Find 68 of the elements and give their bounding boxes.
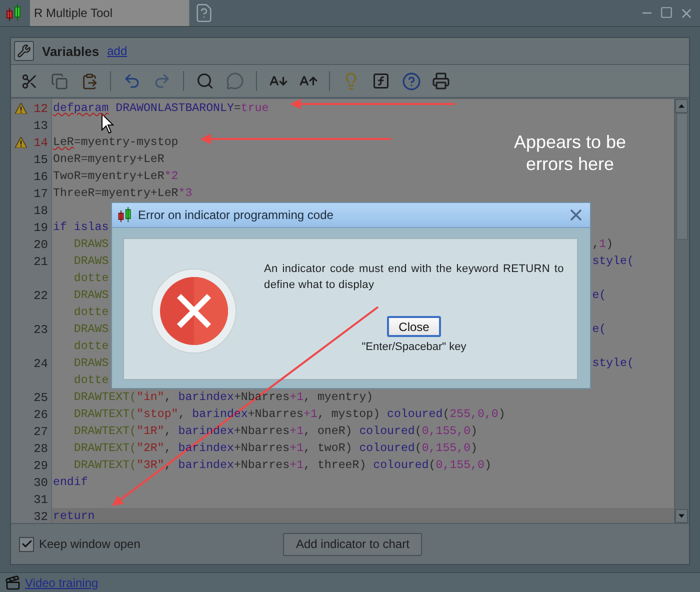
code-line: style( (592, 255, 634, 268)
line-number: 19 (34, 220, 48, 234)
film-icon (5, 574, 21, 590)
line-number: 30 (34, 476, 48, 490)
code-line: return (53, 510, 95, 523)
line-number: 27 (34, 424, 48, 438)
line-number: 20 (34, 238, 48, 252)
annotation-text: Appears to be errors here (512, 131, 628, 175)
code-line: dotte (72, 272, 109, 285)
code-line: ,1) (592, 238, 614, 251)
line-number: 12 (34, 102, 48, 116)
code-line: if islas (53, 221, 109, 234)
line-number: 31 (34, 492, 48, 506)
add-indicator-button[interactable]: Add indicator to chart (283, 532, 422, 556)
code-line: e( (592, 289, 606, 302)
close-button[interactable]: Close (387, 316, 441, 337)
line-number: 15 (34, 152, 48, 166)
code-line: DRAWS (72, 357, 109, 370)
window-tab[interactable]: R Multiple Tool (30, 0, 190, 26)
line-number: 26 (34, 408, 48, 422)
code-line: OneR=myentry+LeR (53, 153, 164, 166)
code-line: TwoR=myentry+LeR*2 (53, 170, 178, 183)
scrollbar-thumb[interactable] (676, 113, 688, 240)
code-line: e( (592, 323, 606, 336)
code-line: DRAWS (72, 323, 109, 336)
code-line: DRAWTEXT("3R", barindex+Nbarres+1, threeR) coloured(0,155,0) (72, 459, 492, 472)
line-number: 22 (34, 288, 48, 302)
line-number: 21 (34, 254, 48, 268)
dialog-title: Error on indicator programming code (138, 208, 334, 222)
line-number: 32 (34, 510, 48, 524)
line-number: 18 (34, 204, 48, 218)
line-number: 28 (34, 442, 48, 456)
error-message: An indicator code must end with the keyword RETURN to define what to display (264, 262, 564, 293)
error-icon (151, 268, 237, 354)
code-line: dotte (72, 374, 109, 387)
add-link[interactable]: add (107, 44, 128, 58)
warning-icon (15, 137, 27, 148)
line-number: 23 (34, 322, 48, 336)
line-number: 24 (34, 356, 48, 370)
line-number: 29 (34, 458, 48, 472)
wrench-button[interactable] (14, 41, 34, 61)
maximize-icon[interactable] (660, 6, 673, 20)
scroll-down-icon[interactable] (675, 509, 688, 523)
line-number: 17 (34, 186, 48, 200)
line-number: 13 (34, 118, 48, 132)
candlestick-icon (117, 206, 133, 224)
variables-label: Variables (42, 44, 100, 58)
code-line: dotte (72, 340, 109, 353)
video-training-link[interactable]: Video training (25, 576, 98, 590)
code-line: endif (53, 476, 88, 489)
code-line: defparam DRAWONLASTBARONLY=true (53, 102, 269, 115)
line-number: 16 (34, 170, 48, 184)
code-line: ThreeR=myentry+LeR*3 (53, 187, 192, 200)
warning-icon (15, 103, 27, 114)
help-document-icon[interactable] (194, 3, 214, 23)
code-line: LeR=myentry-mystop (53, 136, 178, 149)
scroll-up-icon[interactable] (675, 99, 688, 113)
code-line: DRAWS (72, 289, 109, 302)
checkbox-label: Keep window open (39, 537, 140, 551)
keyboard-hint: "Enter/Spacebar" key (362, 341, 466, 353)
code-line: DRAWS (72, 238, 109, 251)
mouse-cursor-icon (101, 113, 115, 134)
code-line: dotte (72, 306, 109, 319)
checkbox[interactable] (19, 536, 34, 552)
code-line: DRAWS (72, 255, 109, 268)
line-number: 14 (34, 136, 48, 150)
code-line: style( (592, 357, 634, 370)
line-number: 25 (34, 390, 48, 404)
